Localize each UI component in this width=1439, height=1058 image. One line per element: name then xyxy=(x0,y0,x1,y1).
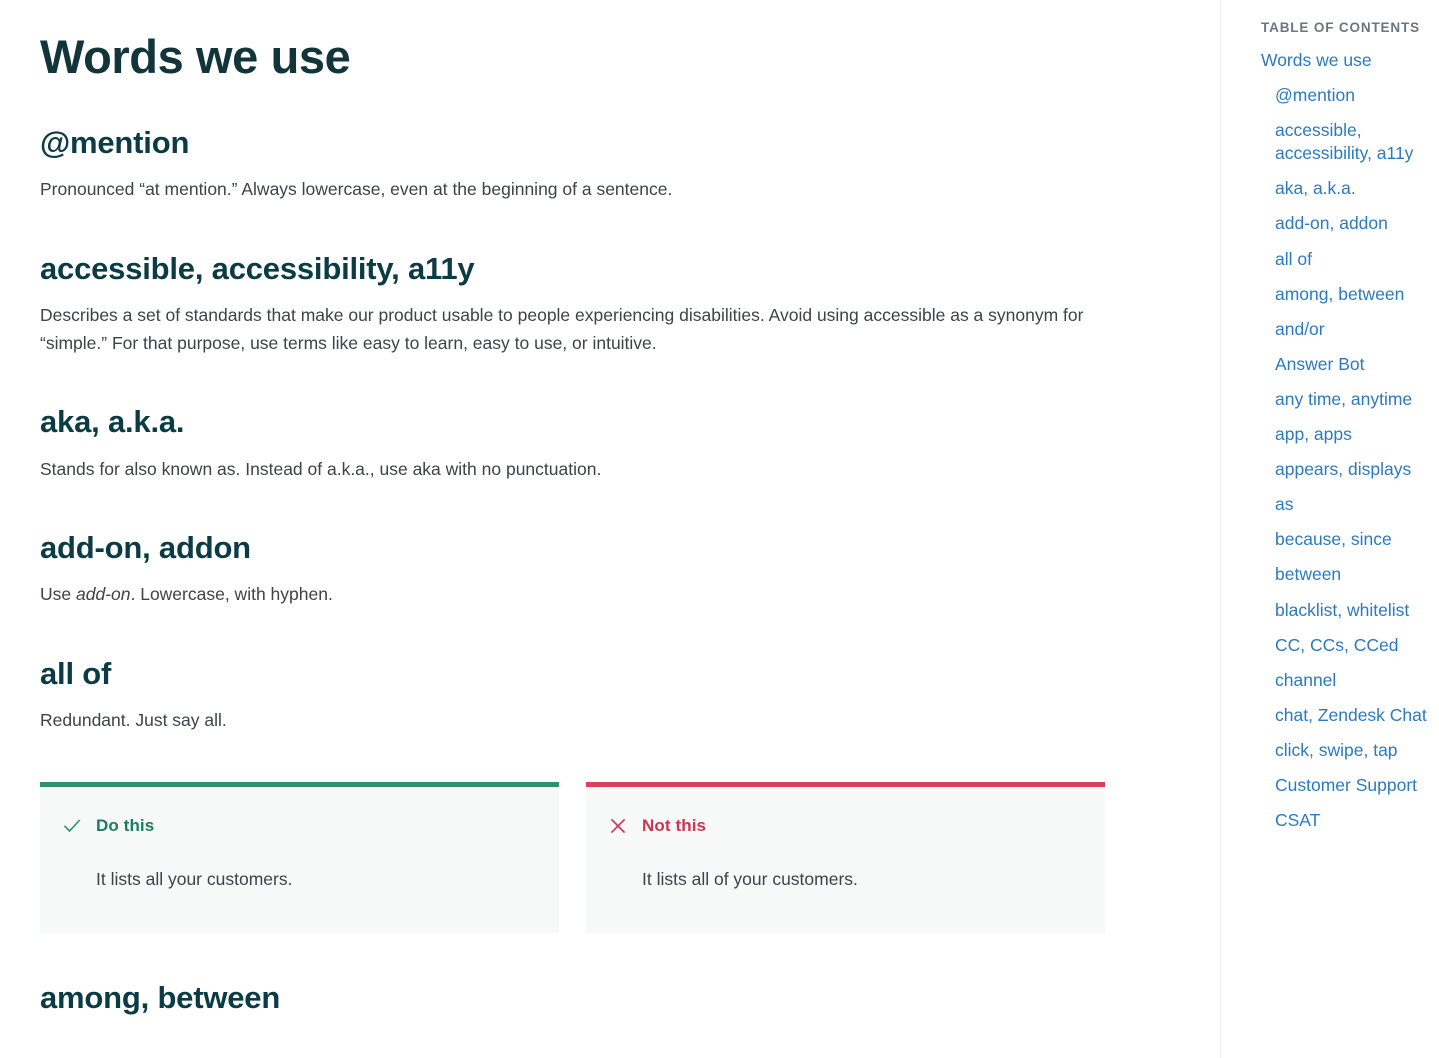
table-of-contents: Table of contents Words we use @mention … xyxy=(1220,0,1439,1058)
toc-item-appears-displays[interactable]: appears, displays xyxy=(1247,458,1427,481)
callout-pair: Do this It lists all your customers. Not… xyxy=(40,782,1220,934)
toc-item-any-time[interactable]: any time, anytime xyxy=(1247,388,1427,411)
toc-item-as[interactable]: as xyxy=(1247,493,1427,516)
check-icon xyxy=(62,816,82,836)
callout-do-this-header: Do this xyxy=(62,815,537,837)
toc-item-app-apps[interactable]: app, apps xyxy=(1247,423,1427,446)
term-body-accessible: Describes a set of standards that make o… xyxy=(40,301,1105,358)
callout-do-this-text: It lists all your customers. xyxy=(96,869,293,890)
table-of-contents-title: Table of contents xyxy=(1261,20,1420,35)
callout-do-this-label: Do this xyxy=(96,816,155,836)
term-body-all-of: Redundant. Just say all. xyxy=(40,706,1105,734)
toc-item-channel[interactable]: channel xyxy=(1247,669,1427,692)
term-body-addon: Use add-on. Lowercase, with hyphen. xyxy=(40,580,1105,608)
term-body-text: Redundant. Just say all. xyxy=(40,709,227,730)
toc-item-add-on[interactable]: add-on, addon xyxy=(1247,212,1427,235)
toc-item-mention[interactable]: @mention xyxy=(1247,84,1427,107)
toc-item-words-we-use[interactable]: Words we use xyxy=(1247,49,1427,72)
page-root: Words we use @mention Pronounced “at men… xyxy=(0,0,1439,1058)
term-heading-mention: @mention xyxy=(40,125,190,161)
table-of-contents-list: Words we use @mention accessible, access… xyxy=(1247,49,1427,832)
term-heading-accessible: accessible, accessibility, a11y xyxy=(40,250,475,286)
term-heading-all-of: all of xyxy=(40,655,112,691)
term-body-mention: Pronounced “at mention.” Always lowercas… xyxy=(40,175,1105,203)
callout-not-this: Not this It lists all of your customers. xyxy=(586,782,1105,934)
term-body-text: Describes a set of standards that make o… xyxy=(40,304,1084,354)
toc-item-and-or[interactable]: and/or xyxy=(1247,318,1427,341)
callout-not-this-header: Not this xyxy=(608,815,1083,837)
page-title: Words we use xyxy=(40,30,351,83)
toc-item-accessible[interactable]: accessible, accessibility, a11y xyxy=(1247,119,1427,165)
term-heading-among-between: among, between xyxy=(40,980,281,1016)
term-heading-addon: add-on, addon xyxy=(40,529,251,565)
toc-item-answer-bot[interactable]: Answer Bot xyxy=(1247,353,1427,376)
toc-item-csat[interactable]: CSAT xyxy=(1247,809,1427,832)
term-body-text-pre: Use xyxy=(40,584,76,605)
toc-item-among-between[interactable]: among, between xyxy=(1247,283,1427,306)
callout-not-this-label: Not this xyxy=(642,816,707,836)
toc-item-all-of[interactable]: all of xyxy=(1247,248,1427,271)
term-body-aka: Stands for also known as. Instead of a.k… xyxy=(40,455,1105,483)
toc-item-click-swipe-tap[interactable]: click, swipe, tap xyxy=(1247,739,1427,762)
x-icon xyxy=(608,816,628,836)
term-body-text-post: . Lowercase, with hyphen. xyxy=(130,584,333,605)
term-body-text: Stands for also known as. Instead of a.k… xyxy=(40,458,602,479)
callout-do-this: Do this It lists all your customers. xyxy=(40,782,559,934)
term-body-text: Pronounced “at mention.” Always lowercas… xyxy=(40,179,673,200)
term-heading-aka: aka, a.k.a. xyxy=(40,404,185,440)
toc-item-because-since[interactable]: because, since xyxy=(1247,528,1427,551)
callout-not-this-text: It lists all of your customers. xyxy=(642,869,858,890)
toc-item-cc-ccs-cced[interactable]: CC, CCs, CCed xyxy=(1247,634,1427,657)
term-body-emphasis: add-on xyxy=(75,584,131,605)
toc-item-aka[interactable]: aka, a.k.a. xyxy=(1247,177,1427,200)
toc-item-between[interactable]: between xyxy=(1247,563,1427,586)
toc-item-chat-zendesk-chat[interactable]: chat, Zendesk Chat xyxy=(1247,704,1427,727)
article-content: Words we use @mention Pronounced “at men… xyxy=(0,0,1220,1058)
toc-item-blacklist-whitelist[interactable]: blacklist, whitelist xyxy=(1247,599,1427,622)
toc-item-customer-support[interactable]: Customer Support xyxy=(1247,774,1427,797)
